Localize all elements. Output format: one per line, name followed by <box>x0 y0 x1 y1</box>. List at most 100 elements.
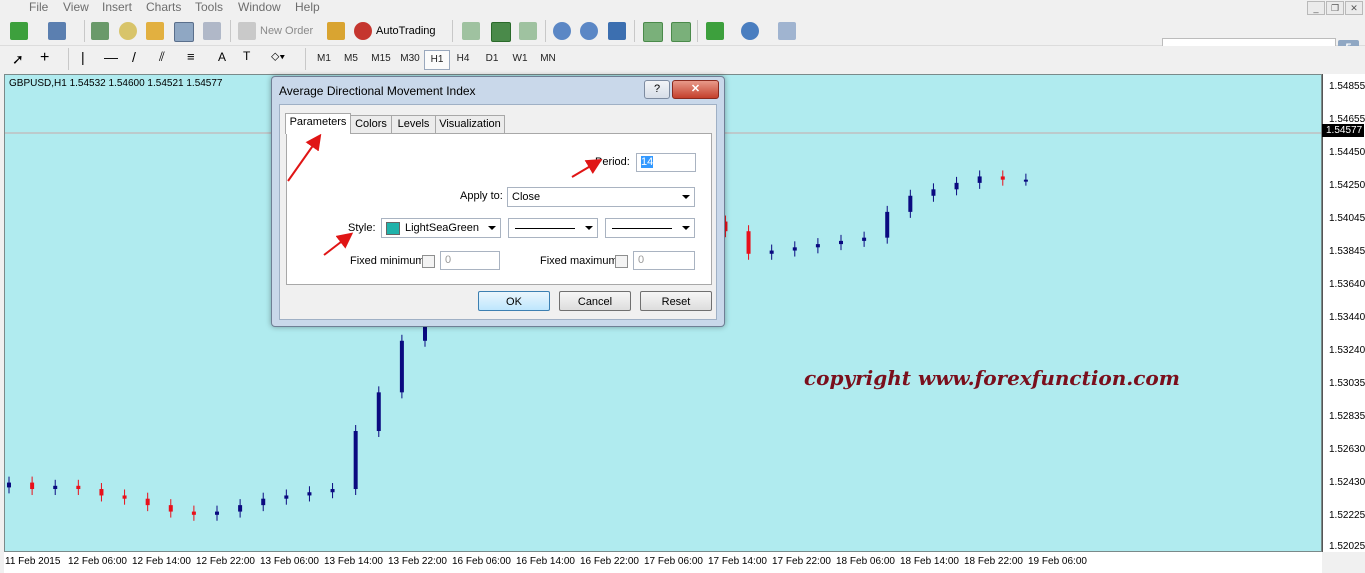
price-label: 1.54855 <box>1329 81 1365 92</box>
price-label: 1.53845 <box>1329 246 1365 257</box>
menu-charts[interactable]: Charts <box>146 0 181 14</box>
equidistant-channel-icon[interactable]: ⫽ <box>159 49 165 65</box>
line-chart-icon[interactable] <box>519 22 537 40</box>
timeframe-m30[interactable]: M30 <box>396 50 424 68</box>
candle-body <box>931 189 936 196</box>
meta-editor-icon[interactable] <box>327 22 345 40</box>
horizontal-line-icon[interactable]: — <box>104 49 118 65</box>
timeframe-mn[interactable]: MN <box>536 50 560 68</box>
candle-body <box>284 495 289 499</box>
toolbar-separator <box>634 20 635 42</box>
indicators-icon[interactable] <box>706 22 724 40</box>
timeframe-h4[interactable]: H4 <box>452 50 474 68</box>
navigator-icon[interactable] <box>119 22 137 40</box>
menu-view[interactable]: View <box>63 0 89 14</box>
candle-body <box>145 498 150 506</box>
templates-icon[interactable] <box>778 22 796 40</box>
time-label: 12 Feb 22:00 <box>196 556 255 567</box>
watermark-text: copyright www.forexfunction.com <box>804 366 1180 390</box>
new-order-button[interactable]: New Order <box>260 25 313 37</box>
time-label: 17 Feb 06:00 <box>644 556 703 567</box>
zoom-in-icon[interactable] <box>553 22 571 40</box>
text-label-icon[interactable]: T <box>243 49 250 63</box>
candle-body <box>839 240 843 245</box>
candle-body <box>376 392 381 432</box>
time-label: 13 Feb 14:00 <box>324 556 383 567</box>
auto-scroll-icon[interactable] <box>643 22 663 42</box>
toolbar-separator <box>452 20 453 42</box>
timeframe-d1[interactable]: D1 <box>481 50 503 68</box>
new-order-icon[interactable] <box>238 22 256 40</box>
timeframe-w1[interactable]: W1 <box>509 50 531 68</box>
arrow-to-parameters-tab <box>287 133 322 182</box>
cursor-icon[interactable]: ➚ <box>12 51 24 68</box>
candle-body <box>238 505 243 512</box>
toolbar-separator <box>545 20 546 42</box>
autotrading-icon[interactable] <box>354 22 372 40</box>
menu-file[interactable]: File <box>29 0 48 14</box>
profiles-icon[interactable] <box>48 22 66 40</box>
timeframe-m5[interactable]: M5 <box>340 50 362 68</box>
menu-bar: File View Insert Charts Tools Window Hel… <box>0 0 1365 15</box>
crosshair-icon[interactable]: + <box>40 49 49 67</box>
candle-body <box>261 498 266 506</box>
current-price-label: 1.54577 <box>1322 124 1364 137</box>
time-label: 18 Feb 22:00 <box>964 556 1023 567</box>
strategy-tester-icon[interactable] <box>203 22 221 40</box>
timeframe-m15[interactable]: M15 <box>367 50 395 68</box>
toolbar-separator <box>305 48 306 70</box>
periods-icon[interactable] <box>741 22 759 40</box>
menu-tools[interactable]: Tools <box>195 0 223 14</box>
candle-body <box>885 211 890 238</box>
menu-help[interactable]: Help <box>295 0 320 14</box>
terminal-icon[interactable] <box>174 22 194 42</box>
candlestick-icon[interactable] <box>491 22 511 42</box>
data-window-icon[interactable] <box>146 22 164 40</box>
candle-body <box>815 244 820 248</box>
bar-chart-icon[interactable] <box>462 22 480 40</box>
tile-windows-icon[interactable] <box>608 22 626 40</box>
autotrading-button[interactable]: AutoTrading <box>376 25 436 37</box>
market-watch-icon[interactable] <box>91 22 109 40</box>
text-icon[interactable]: A <box>218 50 226 64</box>
time-label: 13 Feb 06:00 <box>260 556 319 567</box>
price-label: 1.53640 <box>1329 279 1365 290</box>
price-label: 1.53035 <box>1329 378 1365 389</box>
price-label: 1.54045 <box>1329 213 1365 224</box>
vertical-line-icon[interactable]: | <box>81 49 85 65</box>
toolbar-separator <box>68 48 69 70</box>
candle-body <box>908 195 913 212</box>
close-window-icon[interactable]: ✕ <box>1345 1 1363 15</box>
price-label: 1.52225 <box>1329 510 1365 521</box>
price-axis: 1.54855 1.54655 1.54577 1.54450 1.54250 … <box>1322 74 1365 552</box>
menu-insert[interactable]: Insert <box>102 0 132 14</box>
price-label: 1.52430 <box>1329 477 1365 488</box>
candle-body <box>746 231 751 254</box>
candle-body <box>122 495 127 499</box>
zoom-out-icon[interactable] <box>580 22 598 40</box>
timeframe-h1[interactable]: H1 <box>424 50 450 70</box>
timeframe-m1[interactable]: M1 <box>313 50 335 68</box>
candle-body <box>862 237 867 241</box>
tab-parameters[interactable]: Parameters <box>285 113 351 134</box>
toolbar-separator <box>697 20 698 42</box>
timeframe-toolbar: ➚ + | — / ⫽ ≡ A T ⬦▾ M1 M5 M15 M30 H1 H4… <box>0 46 1365 72</box>
arrows-icon[interactable]: ⬦▾ <box>271 49 285 64</box>
restore-icon[interactable]: ❐ <box>1326 1 1344 15</box>
new-chart-icon[interactable] <box>10 22 28 40</box>
candle-body <box>168 505 173 512</box>
price-label: 1.52835 <box>1329 411 1365 422</box>
candle-body <box>399 340 404 393</box>
candle-body <box>1023 179 1028 182</box>
minimize-icon[interactable]: _ <box>1307 1 1325 15</box>
toolbar-separator <box>230 20 231 42</box>
time-label: 16 Feb 14:00 <box>516 556 575 567</box>
chart-shift-icon[interactable] <box>671 22 691 42</box>
candle-body <box>53 485 58 490</box>
candle-body <box>30 482 35 490</box>
candle-body <box>954 182 959 190</box>
menu-window[interactable]: Window <box>238 0 281 14</box>
trendline-icon[interactable]: / <box>132 49 136 65</box>
fibonacci-icon[interactable]: ≡ <box>187 49 195 64</box>
time-label: 19 Feb 06:00 <box>1028 556 1087 567</box>
